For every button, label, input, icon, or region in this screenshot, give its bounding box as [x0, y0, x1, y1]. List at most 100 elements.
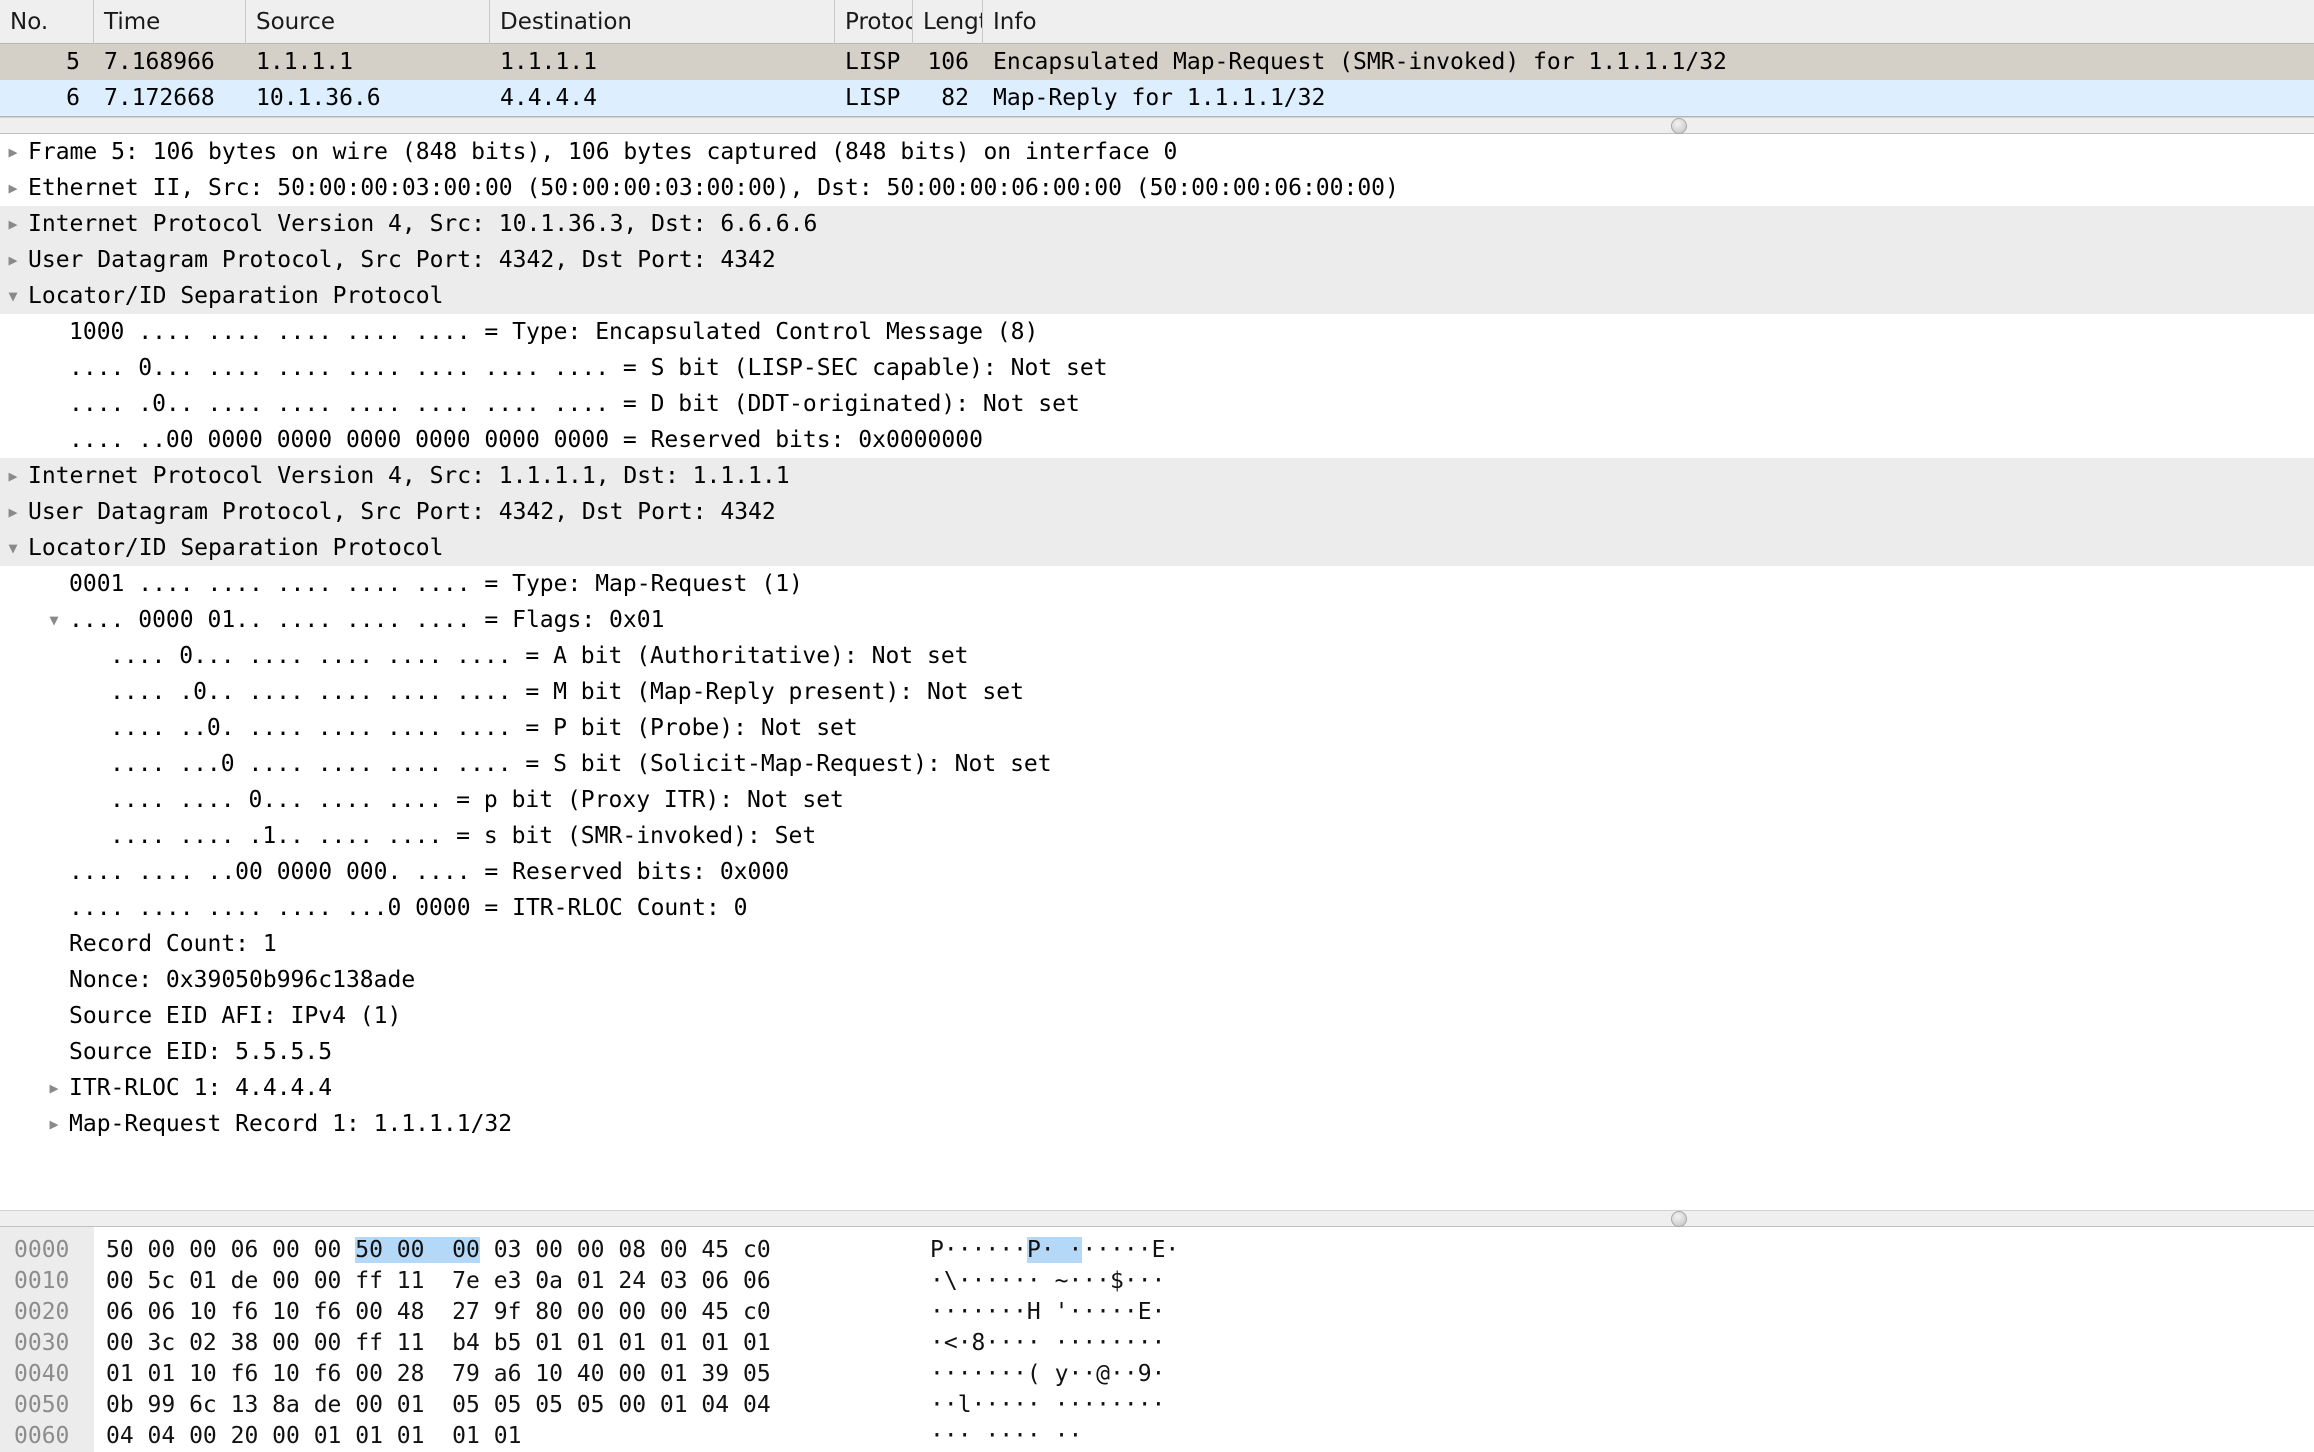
- tree-row[interactable]: ▶.... 0... .... .... .... .... = A bit (…: [0, 638, 2314, 674]
- packet-cell-info: Encapsulated Map-Request (SMR-invoked) f…: [993, 49, 1727, 75]
- tree-row-label: Locator/ID Separation Protocol: [28, 283, 444, 309]
- packet-cell-destination: 1.1.1.1: [500, 49, 597, 75]
- tree-row-label: Locator/ID Separation Protocol: [28, 535, 444, 561]
- hex-offset: 0040: [0, 1359, 94, 1390]
- triangle-right-icon[interactable]: ▶: [0, 458, 26, 494]
- tree-row[interactable]: ▶.... .0.. .... .... .... .... .... ....…: [0, 386, 2314, 422]
- tree-row-label: Internet Protocol Version 4, Src: 1.1.1.…: [28, 463, 790, 489]
- column-header-protocol[interactable]: Protocol: [835, 0, 913, 44]
- tree-row[interactable]: ▼ Locator/ID Separation Protocol: [0, 530, 2314, 566]
- tree-spacer: ▶: [41, 566, 67, 602]
- triangle-right-icon[interactable]: ▶: [0, 494, 26, 530]
- tree-row-label: .... .... 0... .... .... = p bit (Proxy …: [110, 787, 844, 813]
- tree-row-label: Frame 5: 106 bytes on wire (848 bits), 1…: [28, 139, 1178, 165]
- tree-row[interactable]: ▶ Frame 5: 106 bytes on wire (848 bits), …: [0, 134, 2314, 170]
- tree-row[interactable]: ▶ Internet Protocol Version 4, Src: 10.1.…: [0, 206, 2314, 242]
- column-header-source[interactable]: Source: [246, 0, 490, 44]
- column-header-length[interactable]: Length: [913, 0, 983, 44]
- hex-bytes-post: 03 00 00 08 00 45 c0: [479, 1237, 771, 1263]
- hex-dump-row[interactable]: 0040 01 01 10 f6 10 f6 00 28 79 a6 10 40 …: [0, 1359, 2314, 1390]
- tree-row[interactable]: ▶ User Datagram Protocol, Src Port: 4342,…: [0, 242, 2314, 278]
- tree-row[interactable]: ▶Record Count: 1: [0, 926, 2314, 962]
- splitter-grip-icon-2[interactable]: [1671, 1211, 1687, 1227]
- hex-dump-row[interactable]: 0000 50 00 00 06 00 00 50 00 00 03 00 00 …: [0, 1235, 2314, 1266]
- tree-row[interactable]: ▶ User Datagram Protocol, Src Port: 4342,…: [0, 494, 2314, 530]
- hex-dump-row[interactable]: 0010 00 5c 01 de 00 00 ff 11 7e e3 0a 01 …: [0, 1266, 2314, 1297]
- packet-row[interactable]: 5 7.168966 1.1.1.1 1.1.1.1 LISP 106 Encapsulat…: [0, 44, 2314, 80]
- hex-ascii-pre: ·<·8···· ········: [930, 1330, 1166, 1356]
- triangle-down-icon[interactable]: ▼: [0, 530, 26, 566]
- triangle-right-icon[interactable]: ▶: [0, 134, 26, 170]
- packet-row[interactable]: 6 7.172668 10.1.36.6 4.4.4.4 LISP 82 Map-Reply…: [0, 80, 2314, 116]
- column-header-no[interactable]: No.: [0, 0, 94, 44]
- splitter-detail-bytes[interactable]: [0, 1210, 2314, 1227]
- triangle-right-icon[interactable]: ▶: [41, 1070, 67, 1106]
- tree-row[interactable]: ▶ ITR-RLOC 1: 4.4.4.4: [0, 1070, 2314, 1106]
- tree-row[interactable]: ▶0001 .... .... .... .... .... = Type: M…: [0, 566, 2314, 602]
- hex-dump-row[interactable]: 0060 04 04 00 20 00 01 01 01 01 01 ··· ···…: [0, 1421, 2314, 1452]
- packet-cell-no: 5: [66, 49, 80, 75]
- hex-bytes-highlighted: 50 00 00: [355, 1237, 480, 1263]
- tree-spacer: ▶: [41, 350, 67, 386]
- tree-row[interactable]: ▶ Ethernet II, Src: 50:00:00:03:00:00 (50…: [0, 170, 2314, 206]
- tree-row[interactable]: ▶.... .... 0... .... .... = p bit (Proxy…: [0, 782, 2314, 818]
- tree-row[interactable]: ▶.... .... ..00 0000 000. .... = Reserve…: [0, 854, 2314, 890]
- column-header-time[interactable]: Time: [94, 0, 246, 44]
- packet-cell-info: Map-Reply for 1.1.1.1/32: [993, 85, 1326, 111]
- hex-dump-row[interactable]: 0050 0b 99 6c 13 8a de 00 01 05 05 05 05 …: [0, 1390, 2314, 1421]
- tree-row-label: .... ..00 0000 0000 0000 0000 0000 0000 …: [69, 427, 983, 453]
- packet-cell-time: 7.172668: [104, 85, 215, 111]
- tree-row[interactable]: ▶Nonce: 0x39050b996c138ade: [0, 962, 2314, 998]
- tree-row[interactable]: ▶.... .0.. .... .... .... .... = M bit (…: [0, 674, 2314, 710]
- triangle-right-icon[interactable]: ▶: [0, 170, 26, 206]
- tree-row-label: ITR-RLOC 1: 4.4.4.4: [69, 1075, 333, 1101]
- hex-dump-row[interactable]: 0030 00 3c 02 38 00 00 ff 11 b4 b5 01 01 …: [0, 1328, 2314, 1359]
- hex-dump-rows: 0000 50 00 00 06 00 00 50 00 00 03 00 00 …: [0, 1235, 2314, 1452]
- tree-row-label: Map-Request Record 1: 1.1.1.1/32: [69, 1111, 513, 1137]
- hex-bytes-pre: 04 04 00 20 00 01 01 01 01 01: [106, 1423, 522, 1449]
- packet-cell-time: 7.168966: [104, 49, 215, 75]
- tree-row[interactable]: ▶.... .... .1.. .... .... = s bit (SMR-i…: [0, 818, 2314, 854]
- tree-spacer: ▶: [82, 674, 108, 710]
- triangle-down-icon[interactable]: ▼: [41, 602, 67, 638]
- tree-row-label: Nonce: 0x39050b996c138ade: [69, 967, 416, 993]
- packet-cell-protocol: LISP: [845, 85, 901, 111]
- splitter-grip-icon[interactable]: [1671, 118, 1687, 134]
- hex-offset: 0010: [0, 1266, 94, 1297]
- tree-row[interactable]: ▶ Internet Protocol Version 4, Src: 1.1.1…: [0, 458, 2314, 494]
- hex-bytes-pre: 00 5c 01 de 00 00 ff 11 7e e3 0a 01 24 0…: [106, 1268, 771, 1294]
- tree-row[interactable]: ▶Source EID: 5.5.5.5: [0, 1034, 2314, 1070]
- tree-row[interactable]: ▶ Map-Request Record 1: 1.1.1.1/32: [0, 1106, 2314, 1142]
- triangle-right-icon[interactable]: ▶: [0, 206, 26, 242]
- hex-offset: 0030: [0, 1328, 94, 1359]
- triangle-right-icon[interactable]: ▶: [0, 242, 26, 278]
- tree-row[interactable]: ▶.... 0... .... .... .... .... .... ....…: [0, 350, 2314, 386]
- tree-row[interactable]: ▶Source EID AFI: IPv4 (1): [0, 998, 2314, 1034]
- hex-ascii-post: ·····E·: [1082, 1237, 1180, 1263]
- tree-row[interactable]: ▶.... .... .... .... ...0 0000 = ITR-RLO…: [0, 890, 2314, 926]
- splitter-list-detail[interactable]: [0, 117, 2314, 134]
- column-header-destination[interactable]: Destination: [490, 0, 835, 44]
- tree-row[interactable]: ▶.... ..0. .... .... .... .... = P bit (…: [0, 710, 2314, 746]
- tree-spacer: ▶: [41, 314, 67, 350]
- packet-bytes-pane: 0000 50 00 00 06 00 00 50 00 00 03 00 00 …: [0, 1227, 2314, 1452]
- triangle-right-icon[interactable]: ▶: [41, 1106, 67, 1142]
- hex-bytes-pre: 0b 99 6c 13 8a de 00 01 05 05 05 05 00 0…: [106, 1392, 771, 1418]
- hex-dump-row[interactable]: 0020 06 06 10 f6 10 f6 00 48 27 9f 80 00 …: [0, 1297, 2314, 1328]
- tree-row-label: Ethernet II, Src: 50:00:00:03:00:00 (50:…: [28, 175, 1399, 201]
- tree-row[interactable]: ▶.... ..00 0000 0000 0000 0000 0000 0000…: [0, 422, 2314, 458]
- hex-ascii-pre: ··· ···· ··: [930, 1423, 1083, 1449]
- packet-list-rows: 5 7.168966 1.1.1.1 1.1.1.1 LISP 106 Encapsulat…: [0, 44, 2314, 116]
- tree-row[interactable]: ▶.... ...0 .... .... .... .... = S bit (…: [0, 746, 2314, 782]
- tree-row-label: .... ..0. .... .... .... .... = P bit (P…: [110, 715, 858, 741]
- tree-row[interactable]: ▶1000 .... .... .... .... .... = Type: E…: [0, 314, 2314, 350]
- column-header-info[interactable]: Info: [983, 0, 2314, 44]
- tree-spacer: ▶: [41, 386, 67, 422]
- packet-cell-no: 6: [66, 85, 80, 111]
- tree-row[interactable]: ▼ Locator/ID Separation Protocol: [0, 278, 2314, 314]
- packet-detail-pane: ▶ Frame 5: 106 bytes on wire (848 bits), …: [0, 134, 2314, 1210]
- triangle-down-icon[interactable]: ▼: [0, 278, 26, 314]
- tree-row-label: .... .0.. .... .... .... .... .... .... …: [69, 391, 1080, 417]
- tree-spacer: ▶: [82, 746, 108, 782]
- tree-row[interactable]: ▼.... 0000 01.. .... .... .... = Flags: …: [0, 602, 2314, 638]
